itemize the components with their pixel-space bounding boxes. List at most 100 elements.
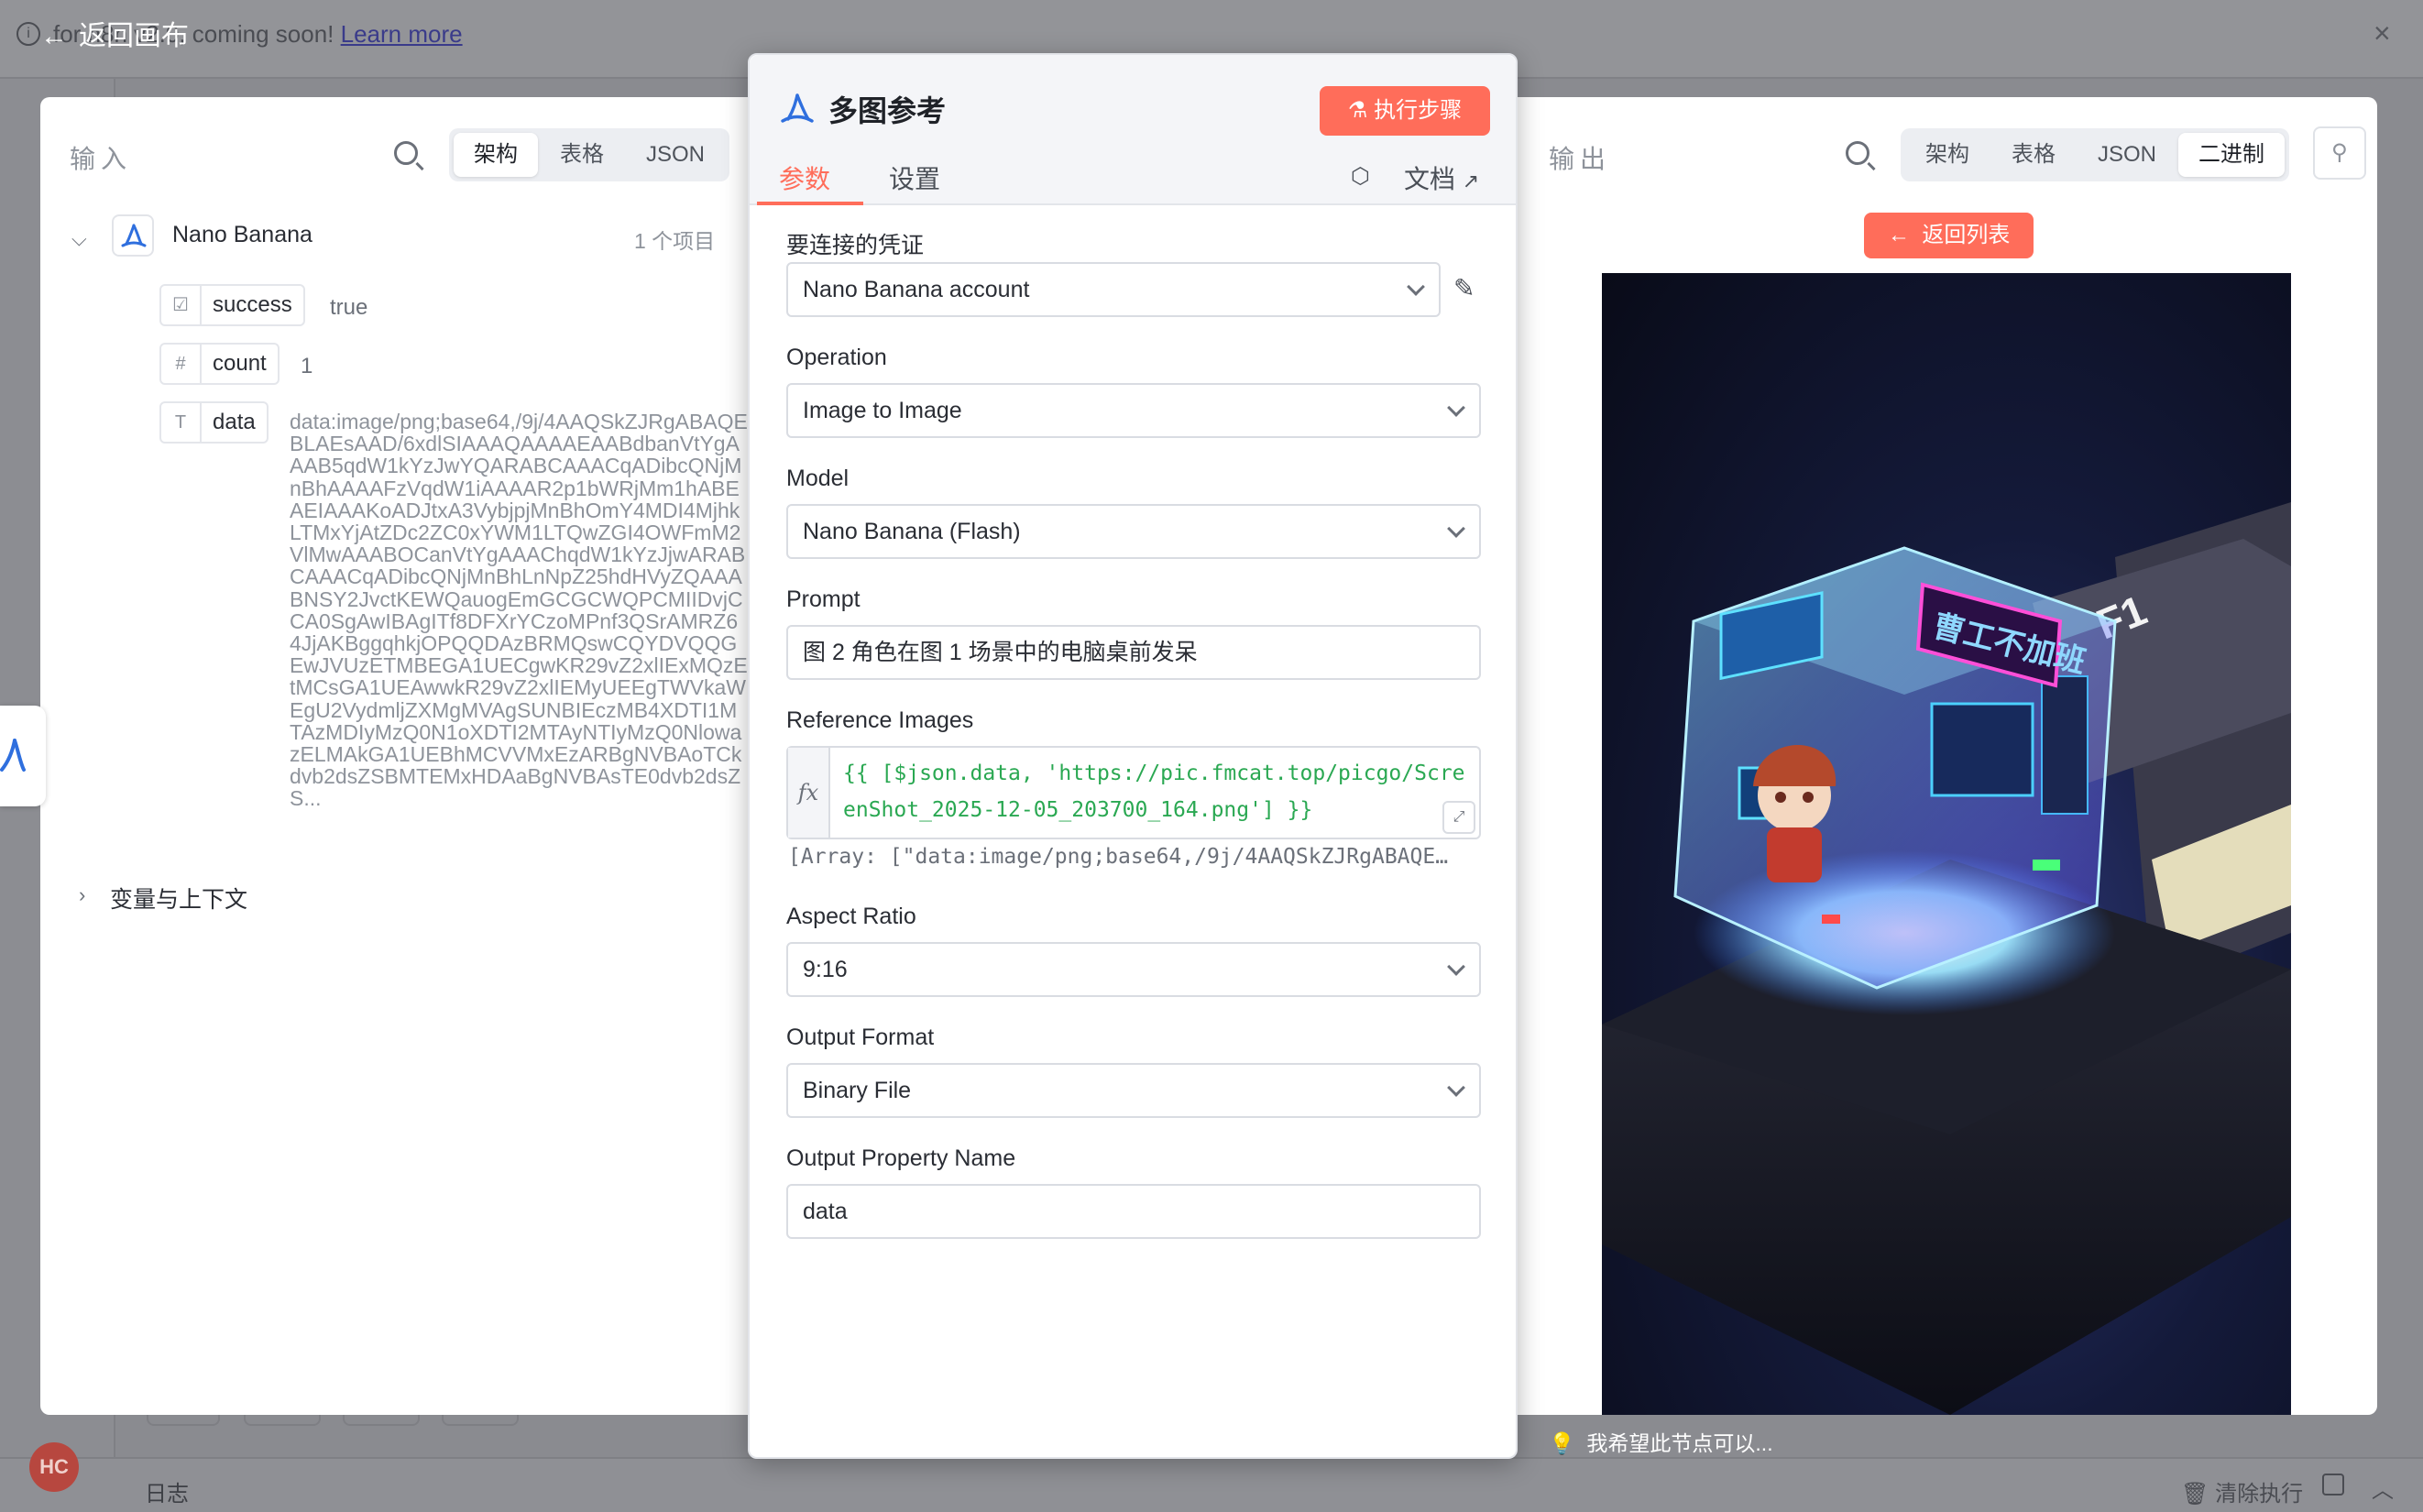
log-label[interactable]: 日志 [145, 1475, 189, 1507]
output-property-value: data [803, 1199, 848, 1224]
operation-select[interactable]: Image to Image [786, 383, 1481, 438]
expand-editor-icon[interactable]: ⤢ [1442, 801, 1475, 834]
aspect-ratio-label: Aspect Ratio [786, 904, 916, 929]
active-tab-underline [757, 202, 863, 205]
tree-node-item-count: 1 个项目 [634, 229, 716, 253]
model-select[interactable]: Nano Banana (Flash) [786, 504, 1481, 559]
binary-image-preview[interactable]: F1 曹工不加班 [1602, 273, 2291, 1415]
arrow-left-icon: ← [1888, 223, 1910, 247]
aspect-ratio-select[interactable]: 9:16 [786, 942, 1481, 997]
nano-banana-node-icon [112, 214, 154, 257]
credential-value: Nano Banana account [803, 277, 1030, 302]
execute-step-button[interactable]: ⚗ 执行步骤 [1320, 86, 1490, 136]
view-tab-table[interactable]: 表格 [1991, 133, 2076, 177]
chevron-up-icon[interactable]: ︿ [2372, 1472, 2394, 1504]
back-to-canvas-button[interactable]: ← 返回画布 [40, 13, 189, 53]
pin-icon: ⚲ [2331, 140, 2348, 165]
prompt-label: Prompt [786, 586, 861, 612]
back-to-list-label: 返回列表 [1922, 223, 2011, 247]
view-tab-json[interactable]: JSON [2078, 133, 2176, 177]
chevron-down-icon [1447, 520, 1465, 538]
operation-value: Image to Image [803, 398, 962, 423]
background-tab [442, 1415, 519, 1426]
credential-select[interactable]: Nano Banana account [786, 262, 1441, 317]
chevron-right-icon[interactable]: › [79, 883, 85, 907]
tab-settings[interactable]: 设置 [889, 159, 940, 196]
field-name: count [213, 351, 267, 376]
avatar[interactable]: HC [29, 1442, 79, 1492]
cube-icon[interactable]: ⬡ [1351, 163, 1370, 190]
back-to-canvas-label: 返回画布 [79, 21, 189, 51]
field-chip-data[interactable]: T data [159, 401, 269, 444]
output-property-label: Output Property Name [786, 1145, 1016, 1171]
tab-parameters[interactable]: 参数 [779, 159, 830, 196]
clear-execution-button[interactable]: 🗑 清除执行 [2181, 1475, 2303, 1507]
nano-banana-icon [0, 739, 26, 772]
output-panel: 输出 架构 表格 JSON 二进制 ⚲ ← 返回列表 F1 曹工不加班 [1518, 97, 2377, 1415]
field-value-base64: data:image/png;base64,/9j/4AAQSkZJRgABAQ… [290, 410, 748, 811]
feedback-hint-text: 我希望此节点可以... [1586, 1431, 1773, 1455]
reference-images-label: Reference Images [786, 707, 974, 733]
panel-toggle-icon[interactable] [2322, 1474, 2344, 1496]
variables-context-toggle[interactable]: 变量与上下文 [110, 882, 247, 915]
field-value: true [330, 295, 368, 320]
trash-icon: 🗑 [2181, 1482, 2209, 1507]
edit-credential-icon[interactable]: ✎ [1453, 273, 1475, 303]
pin-data-button[interactable]: ⚲ [2313, 126, 2366, 180]
execute-step-label: 执行步骤 [1374, 98, 1463, 123]
operation-label: Operation [786, 345, 887, 370]
reference-images-expression-editor[interactable]: fx {{ [$json.data, 'https://pic.fmcat.to… [786, 746, 1481, 839]
output-format-select[interactable]: Binary File [786, 1063, 1481, 1118]
chevron-down-icon [1407, 278, 1425, 296]
view-tab-binary[interactable]: 二进制 [2178, 133, 2286, 177]
dialog-title[interactable]: 多图参考 [828, 88, 946, 130]
prompt-input[interactable]: 图 2 角色在图 1 场景中的电脑桌前发呆 [786, 625, 1481, 680]
reference-images-expression[interactable]: {{ [$json.data, 'https://pic.fmcat.top/p… [843, 755, 1475, 828]
output-format-label: Output Format [786, 1024, 935, 1050]
tree-node-name[interactable]: Nano Banana [172, 222, 312, 248]
search-icon[interactable] [394, 141, 418, 165]
output-panel-title: 输出 [1549, 145, 1612, 173]
input-panel: 输入 架构 表格 JSON ⌵ Nano Banana 1 个项目 ☑ succ… [40, 97, 751, 1415]
external-link-icon: ↗ [1462, 170, 1480, 192]
model-label: Model [786, 466, 850, 491]
chevron-down-icon [1447, 1079, 1465, 1097]
close-icon[interactable]: × [2374, 16, 2391, 50]
prompt-value: 图 2 角色在图 1 场景中的电脑桌前发呆 [803, 640, 1198, 665]
bottom-log-bar [0, 1457, 2423, 1512]
field-name: data [213, 410, 256, 434]
nano-banana-icon [777, 88, 817, 128]
expression-result-preview: [Array: ["data:image/png;base64,/9j/4AAQ… [788, 845, 1449, 869]
output-property-input[interactable]: data [786, 1184, 1481, 1239]
background-tab [244, 1415, 321, 1426]
info-icon: i [16, 22, 40, 46]
input-view-switcher: 架构 表格 JSON [449, 128, 730, 181]
node-side-tab[interactable] [0, 706, 46, 806]
view-tab-table[interactable]: 表格 [540, 133, 624, 177]
view-tab-schema[interactable]: 架构 [1905, 133, 1990, 177]
input-panel-title: 输入 [70, 145, 133, 173]
docs-label: 文档 [1404, 165, 1456, 193]
search-icon[interactable] [1846, 141, 1869, 165]
view-tab-json[interactable]: JSON [626, 133, 725, 177]
field-chip-count[interactable]: # count [159, 343, 280, 385]
view-tab-schema[interactable]: 架构 [454, 133, 538, 177]
docs-link[interactable]: 文档 ↗ [1404, 159, 1479, 196]
field-chip-success[interactable]: ☑ success [159, 284, 305, 326]
credential-label: 要连接的凭证 [786, 233, 925, 258]
hash-icon: # [161, 345, 202, 383]
clear-execution-label: 清除执行 [2215, 1482, 2304, 1507]
feedback-hint[interactable]: 💡 我希望此节点可以... [1549, 1426, 1773, 1457]
output-format-value: Binary File [803, 1078, 912, 1103]
learn-more-link[interactable]: Learn more [341, 20, 463, 48]
aspect-ratio-value: 9:16 [803, 957, 848, 982]
back-to-list-button[interactable]: ← 返回列表 [1864, 213, 2034, 258]
node-config-dialog: 多图参考 ⚗ 执行步骤 参数 设置 ⬡ 文档 ↗ 要连接的凭证 Nano Ban… [748, 53, 1518, 1459]
checkbox-icon: ☑ [161, 286, 202, 324]
chevron-down-icon [1447, 958, 1465, 976]
text-type-icon: T [161, 403, 202, 442]
arrow-left-icon: ← [40, 21, 68, 51]
output-view-switcher: 架构 表格 JSON 二进制 [1901, 128, 2290, 181]
flask-icon: ⚗ [1347, 98, 1368, 123]
chevron-down-icon[interactable]: ⌵ [71, 227, 87, 251]
